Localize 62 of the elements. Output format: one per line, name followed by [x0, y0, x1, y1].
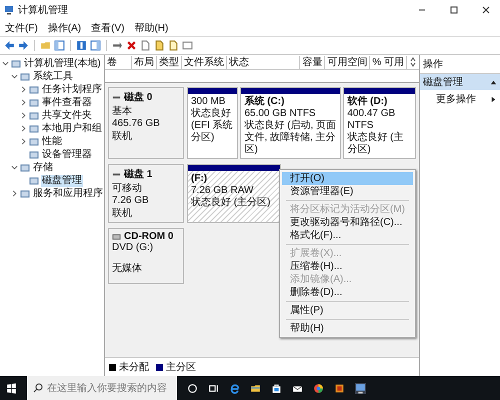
column-header[interactable]: 文件系统 [182, 56, 227, 68]
disk-detail: DVD (G:) [112, 242, 154, 253]
column-header[interactable]: % 可用 [370, 56, 407, 68]
disk-name: 磁盘 0 [124, 90, 152, 104]
context-menu-item[interactable]: 删除卷(D)... [282, 286, 413, 299]
menu-item[interactable]: 查看(V) [91, 21, 124, 35]
disk-detail: 联机 [112, 206, 133, 220]
menu-item[interactable]: 文件(F) [5, 21, 38, 35]
context-menu-item[interactable]: 格式化(F)... [282, 229, 413, 242]
context-menu-item[interactable]: 更改驱动器号和路径(C)... [282, 216, 413, 229]
tree-item[interactable]: 本地用户和组 [41, 122, 103, 134]
window-title: 计算机管理 [18, 4, 68, 17]
legend-label: 未分配 [119, 360, 149, 374]
disk-detail: 可移动 [112, 182, 143, 195]
tree-item[interactable]: 存储 [32, 162, 54, 174]
partition-status: 状态良好 (主分区) [347, 132, 404, 156]
disk-detail: 7.26 GB [112, 195, 150, 206]
tree-item[interactable]: 系统工具 [32, 70, 74, 82]
partition-title: (F:) [191, 173, 208, 185]
column-header[interactable]: 状态 [227, 56, 300, 68]
partition-title: 软件 (D:) [347, 96, 388, 108]
menu-item[interactable]: 操作(A) [48, 21, 82, 35]
partition-size: 400.47 GB NTFS [347, 108, 396, 132]
partition-status: 状态良好 (启动, 页面文件, 故障转储, 主分区) [244, 120, 338, 156]
menu-item[interactable]: 帮助(H) [134, 21, 168, 35]
column-header[interactable]: 卷 [105, 56, 132, 68]
tree-item[interactable]: 服务和应用程序 [32, 188, 104, 200]
partition-block[interactable]: 软件 (D:) 400.47 GB NTFS 状态良好 (主分区) [343, 87, 416, 159]
tree-item[interactable]: 事件查看器 [41, 96, 93, 108]
actions-section[interactable]: 磁盘管理 [420, 74, 500, 90]
context-menu-item[interactable]: 属性(P) [282, 304, 413, 317]
tree-item[interactable]: 设备管理器 [41, 148, 93, 160]
partition-block[interactable]: 300 MB 状态良好 (EFI 系统分区) [187, 87, 238, 159]
partition-status: 状态良好 (EFI 系统分区) [191, 108, 234, 144]
partition-title: 系统 (C:) [244, 96, 286, 108]
tree-item[interactable]: 磁盘管理 [41, 174, 83, 186]
tree-item[interactable]: 计算机管理(本地) [23, 58, 102, 70]
disk-name: 磁盘 1 [124, 168, 152, 181]
partition-status: 状态良好 (主分区) [191, 197, 272, 209]
action-item[interactable]: 更多操作 [436, 92, 476, 106]
partition-block[interactable]: (F:) 7.26 GB RAW 状态良好 (主分区) [187, 164, 281, 223]
context-menu-item[interactable]: 资源管理器(E) [282, 185, 413, 198]
disk-detail: 465.76 GB [112, 118, 161, 129]
legend-label: 主分区 [166, 360, 196, 374]
disk-name: CD-ROM 0 [124, 231, 174, 242]
column-header[interactable]: 布局 [132, 56, 157, 68]
disk-detail: 基本 [112, 104, 133, 118]
context-menu-item[interactable]: 打开(O) [282, 172, 413, 185]
tree-item[interactable]: 共享文件夹 [41, 110, 93, 122]
tree-item[interactable]: 性能 [41, 136, 63, 148]
partition-size: 65.00 GB NTFS [244, 108, 317, 120]
column-header[interactable]: 可用空间 [325, 56, 370, 68]
context-menu-item[interactable]: 帮助(H) [282, 322, 413, 335]
partition-size: 300 MB [191, 96, 226, 108]
disk-detail: 联机 [112, 130, 133, 143]
column-header[interactable]: 类型 [157, 56, 182, 68]
column-header[interactable]: 容量 [300, 56, 326, 68]
tree-item[interactable]: 任务计划程序 [41, 84, 103, 96]
partition-size: 7.26 GB RAW [191, 185, 254, 196]
context-menu-item[interactable]: 压缩卷(H)... [282, 260, 413, 273]
partition-block[interactable]: 系统 (C:) 65.00 GB NTFS 状态良好 (启动, 页面文件, 故障转储, 主分区) [240, 87, 342, 159]
disk-detail: 无媒体 [112, 262, 143, 275]
